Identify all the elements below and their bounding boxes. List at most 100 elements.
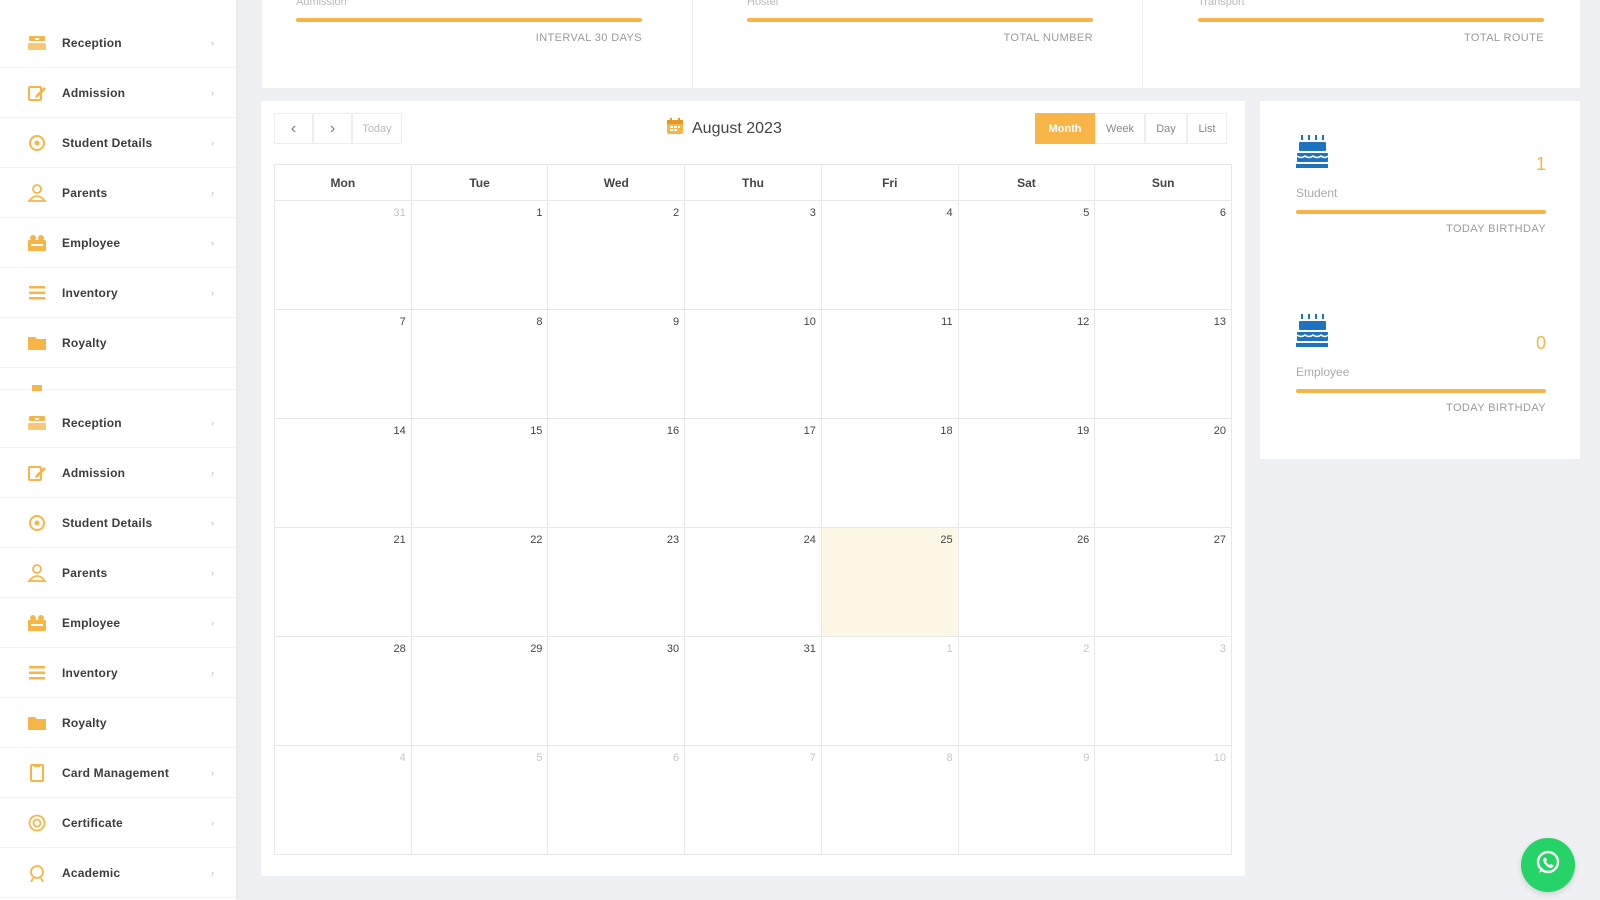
calendar-day[interactable]: 16 bbox=[548, 419, 686, 527]
calendar-day[interactable]: 8 bbox=[412, 310, 549, 418]
stat-progress-bar bbox=[747, 18, 1093, 22]
calendar-day[interactable]: 9 bbox=[959, 746, 1096, 854]
calendar-day[interactable]: 18 bbox=[822, 419, 959, 527]
chevron-right-icon: › bbox=[211, 187, 214, 198]
reception-desk-icon bbox=[26, 33, 48, 53]
view-week-button[interactable]: Week bbox=[1095, 113, 1145, 144]
stat-title: Hostel bbox=[747, 0, 779, 8]
calendar-day[interactable]: 6 bbox=[548, 746, 686, 854]
sidebar-item-parents[interactable]: Parents › bbox=[0, 548, 236, 598]
sidebar-item-royalty[interactable]: Royalty bbox=[0, 698, 236, 748]
calendar-week-row: 7 8 9 10 11 12 13 bbox=[275, 310, 1231, 419]
day-number: 9 bbox=[1083, 752, 1090, 764]
calendar-title: August 2023 bbox=[666, 117, 782, 140]
calendar-day[interactable]: 28 bbox=[275, 637, 412, 745]
chevron-right-icon: › bbox=[211, 237, 214, 248]
whatsapp-button[interactable] bbox=[1521, 838, 1575, 892]
calendar-day[interactable]: 31 bbox=[685, 637, 822, 745]
stat-subtitle: INTERVAL 30 DAYS bbox=[535, 32, 642, 44]
calendar-day[interactable]: 2 bbox=[548, 201, 686, 309]
calendar-day[interactable]: 20 bbox=[1095, 419, 1231, 527]
calendar-day[interactable]: 21 bbox=[275, 528, 412, 636]
student-birthday-bar bbox=[1296, 210, 1546, 214]
day-number: 11 bbox=[941, 316, 953, 328]
sidebar-item-student-details[interactable]: Student Details › bbox=[0, 118, 236, 168]
chevron-right-icon: › bbox=[211, 817, 214, 828]
sidebar-item-label: Certificate bbox=[62, 815, 123, 830]
sidebar: Reception › Admission › Student Details › Pare… bbox=[0, 0, 236, 900]
day-number: 2 bbox=[673, 207, 680, 219]
sidebar-item-student-details[interactable]: Student Details › bbox=[0, 498, 236, 548]
today-button[interactable]: Today bbox=[352, 113, 402, 144]
student-details-icon bbox=[26, 133, 48, 153]
calendar-day[interactable]: 3 bbox=[1095, 637, 1231, 745]
birthday-card: 1 Student TODAY BIRTHDAY 0 Employee TODA… bbox=[1260, 101, 1580, 459]
calendar-day[interactable]: 24 bbox=[685, 528, 822, 636]
sidebar-item-royalty[interactable]: Royalty bbox=[0, 318, 236, 368]
calendar-day[interactable]: 29 bbox=[412, 637, 549, 745]
day-number: 6 bbox=[673, 752, 680, 764]
view-day-button[interactable]: Day bbox=[1145, 113, 1187, 144]
day-number: 3 bbox=[1219, 643, 1227, 655]
calendar-week-row: 14 15 16 17 18 19 20 bbox=[275, 419, 1231, 528]
calendar-day[interactable]: 14 bbox=[275, 419, 412, 527]
sidebar-item-employee[interactable]: Employee › bbox=[0, 598, 236, 648]
weekday-header: Sun bbox=[1151, 176, 1175, 190]
calendar-day[interactable]: 6 bbox=[1095, 201, 1231, 309]
calendar-day[interactable]: 5 bbox=[412, 746, 549, 854]
view-list-button[interactable]: List bbox=[1187, 113, 1227, 144]
calendar-day[interactable]: 4 bbox=[275, 746, 412, 854]
calendar-day[interactable]: 30 bbox=[548, 637, 686, 745]
calendar-day[interactable]: 15 bbox=[412, 419, 549, 527]
whatsapp-icon bbox=[1533, 848, 1563, 883]
sidebar-item-admission[interactable]: Admission › bbox=[0, 68, 236, 118]
calendar-day[interactable]: 9 bbox=[548, 310, 686, 418]
calendar-day[interactable]: 10 bbox=[1095, 746, 1231, 854]
prev-month-button[interactable]: ‹ bbox=[274, 113, 313, 144]
calendar-day[interactable]: 22 bbox=[412, 528, 549, 636]
calendar-day[interactable]: 8 bbox=[822, 746, 959, 854]
calendar-day[interactable]: 2 bbox=[959, 637, 1096, 745]
calendar-day[interactable]: 3 bbox=[685, 201, 822, 309]
calendar-day[interactable]: 12 bbox=[959, 310, 1096, 418]
sidebar-item-inventory[interactable]: Inventory › bbox=[0, 648, 236, 698]
sidebar-item-academic[interactable]: Academic › bbox=[0, 848, 236, 898]
calendar-day[interactable]: 7 bbox=[685, 746, 822, 854]
employee-birthday: 0 Employee TODAY BIRTHDAY bbox=[1296, 313, 1546, 423]
calendar-day[interactable]: 23 bbox=[548, 528, 686, 636]
edit-form-icon bbox=[26, 463, 48, 483]
calendar-day[interactable]: 11 bbox=[822, 310, 959, 418]
sidebar-item-reception[interactable]: Reception › bbox=[0, 18, 236, 68]
calendar-day[interactable]: 1 bbox=[822, 637, 959, 745]
view-month-button[interactable]: Month bbox=[1035, 113, 1095, 144]
user-icon bbox=[26, 563, 48, 583]
calendar-day[interactable]: 4 bbox=[822, 201, 959, 309]
divider bbox=[1142, 0, 1143, 88]
sidebar-item-admission[interactable]: Admission › bbox=[0, 448, 236, 498]
sidebar-item-employee[interactable]: Employee › bbox=[0, 218, 236, 268]
calendar-day[interactable]: 17 bbox=[685, 419, 822, 527]
sidebar-item-card-management[interactable]: Card Management › bbox=[0, 748, 236, 798]
calendar-day[interactable]: 31 bbox=[275, 201, 412, 309]
calendar-week-row: 21 22 23 24 25 26 27 bbox=[275, 528, 1231, 637]
sidebar-item-parents[interactable]: Parents › bbox=[0, 168, 236, 218]
weekday-header: Thu bbox=[685, 165, 822, 200]
sidebar-item-inventory[interactable]: Inventory › bbox=[0, 268, 236, 318]
calendar-day[interactable]: 19 bbox=[959, 419, 1096, 527]
calendar-day[interactable]: 26 bbox=[959, 528, 1096, 636]
calendar-day[interactable]: 27 bbox=[1095, 528, 1231, 636]
sidebar-item-reception[interactable]: Reception › bbox=[0, 398, 236, 448]
day-number: 7 bbox=[399, 316, 406, 328]
calendar-day[interactable]: 10 bbox=[685, 310, 822, 418]
edit-form-icon bbox=[26, 83, 48, 103]
calendar-day[interactable]: 1 bbox=[412, 201, 549, 309]
sidebar-item-certificate[interactable]: Certificate › bbox=[0, 798, 236, 848]
next-month-button[interactable]: › bbox=[313, 113, 352, 144]
calendar-day[interactable]: 7 bbox=[275, 310, 412, 418]
stats-card: Admission INTERVAL 30 DAYS Hostel TOTAL … bbox=[262, 0, 1580, 88]
calendar-day[interactable]: 13 bbox=[1095, 310, 1231, 418]
stat-hostel: Hostel TOTAL NUMBER bbox=[747, 0, 1093, 88]
day-number: 21 bbox=[393, 534, 406, 546]
calendar-day[interactable]: 5 bbox=[959, 201, 1096, 309]
calendar-day-today[interactable]: 25 bbox=[821, 528, 959, 636]
